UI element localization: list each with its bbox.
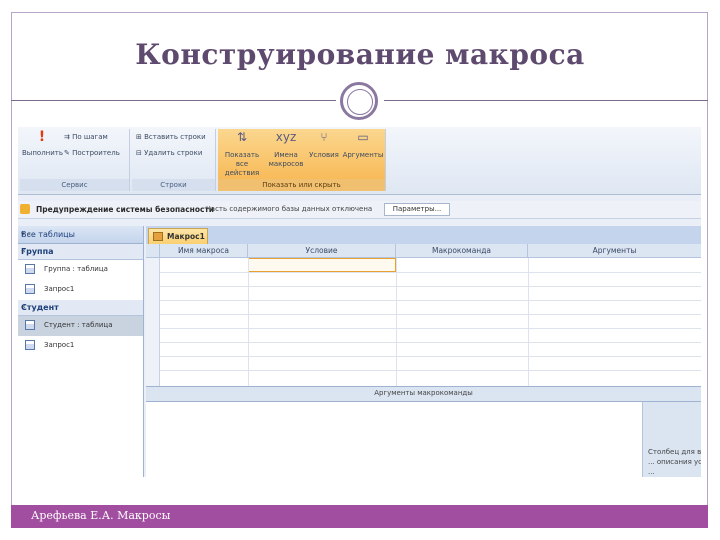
footer-text: Арефьева Е.А. Макросы [31, 509, 171, 522]
macro-names-button[interactable]: xyz Имена макросов [266, 130, 306, 169]
action-arguments-pane: Аргументы макрокоманды Столбец для в ...… [146, 386, 701, 477]
grid-line [160, 370, 701, 371]
active-cell[interactable] [248, 258, 396, 272]
nav-pane-header[interactable]: Все таблицы ▾ « [18, 226, 143, 244]
arguments-editor[interactable] [146, 402, 643, 477]
grid-line [528, 258, 529, 386]
run-icon: ! [38, 129, 46, 145]
ribbon-group-label: Строки [132, 179, 215, 191]
ring-ornament-icon [340, 82, 378, 120]
grid-line [396, 258, 397, 386]
table-icon [25, 264, 35, 274]
column-header-condition[interactable]: Условие [248, 244, 396, 258]
nav-group-header[interactable]: Группа « [18, 244, 143, 260]
ribbon-group-label: Сервис [20, 179, 129, 191]
nav-item-group-query[interactable]: Запрос1 [18, 280, 143, 300]
macro-grid: Имя макроса Условие Макрокоманда Аргумен… [146, 244, 701, 386]
grid-line [160, 286, 701, 287]
macro-names-icon: xyz [275, 130, 297, 144]
grid-line [160, 300, 701, 301]
step-icon: ⇉ [64, 133, 73, 141]
action-arguments-header: Аргументы макрокоманды [374, 389, 473, 397]
nav-item-group-table[interactable]: Группа : таблица [18, 260, 143, 280]
grid-corner [146, 244, 160, 258]
security-warning-text: Часть содержимого базы данных отключена [206, 205, 373, 213]
collapse-icon[interactable]: « [21, 302, 135, 311]
grid-line [160, 328, 701, 329]
ribbon-group-service: ! Выполнить ⇉ По шагам ✎ Построитель Сер… [20, 129, 130, 191]
help-hint-text: Столбец для в ... описания усл ... [648, 448, 701, 476]
builder-icon: ✎ [64, 149, 73, 157]
grid-line [160, 272, 701, 273]
warning-icon [20, 204, 30, 214]
nav-item-student-table[interactable]: Студент : таблица [18, 316, 143, 336]
security-warning-bar: Предупреждение системы безопасности Част… [18, 201, 701, 219]
collapse-icon[interactable]: « [21, 246, 135, 255]
query-icon [25, 340, 35, 350]
column-header-action[interactable]: Макрокоманда [396, 244, 528, 258]
grid-line [160, 342, 701, 343]
security-warning-title: Предупреждение системы безопасности [36, 205, 215, 214]
slide-title: Конструирование макроса [135, 38, 585, 71]
macro-icon [153, 232, 163, 241]
builder-button[interactable]: ✎ Построитель [64, 149, 120, 157]
access-screenshot: ! Выполнить ⇉ По шагам ✎ Построитель Сер… [18, 127, 701, 477]
nav-item-student-query[interactable]: Запрос1 [18, 336, 143, 356]
title-rule-right [384, 100, 708, 101]
insert-rows-button[interactable]: ⊞ Вставить строки [136, 133, 206, 141]
conditions-icon: ⑂ [320, 130, 328, 144]
step-button[interactable]: ⇉ По шагам [64, 133, 108, 141]
grid-line [160, 314, 701, 315]
options-button[interactable]: Параметры... [384, 203, 450, 216]
ribbon-group-show-hide: ⇅ Показать все действия xyz Имена макрос… [218, 129, 386, 191]
slide-footer: Арефьева Е.А. Макросы [11, 505, 708, 528]
row-selectors[interactable] [146, 258, 160, 386]
macro-designer: Макрос1 Имя макроса Условие Макрокоманда… [146, 226, 701, 477]
arguments-icon: ▭ [357, 130, 369, 144]
nav-pane-controls-icon[interactable]: ▾ « [21, 230, 137, 238]
table-icon [25, 320, 35, 330]
ribbon: ! Выполнить ⇉ По шагам ✎ Построитель Сер… [18, 127, 701, 195]
run-button[interactable]: ! Выполнить [22, 129, 63, 158]
delete-rows-button[interactable]: ⊟ Удалить строки [136, 149, 202, 157]
nav-group-header[interactable]: Студент « [18, 300, 143, 316]
ribbon-group-rows: ⊞ Вставить строки ⊟ Удалить строки Строк… [132, 129, 216, 191]
ribbon-group-label: Показать или скрыть [218, 179, 385, 191]
show-all-icon: ⇅ [236, 130, 248, 144]
column-header-macro-name[interactable]: Имя макроса [160, 244, 248, 258]
conditions-button[interactable]: ⑂ Условия [306, 130, 342, 160]
insert-rows-icon: ⊞ [136, 133, 145, 141]
show-all-actions-button[interactable]: ⇅ Показать все действия [220, 130, 264, 178]
query-icon [25, 284, 35, 294]
column-header-arguments[interactable]: Аргументы [528, 244, 701, 258]
delete-rows-icon: ⊟ [136, 149, 145, 157]
tab-macro1[interactable]: Макрос1 [148, 228, 208, 244]
title-rule-left [11, 100, 336, 101]
navigation-pane: Все таблицы ▾ « Группа « Группа : таблиц… [18, 226, 144, 477]
grid-line [248, 258, 249, 386]
grid-line [160, 356, 701, 357]
document-tabs: Макрос1 [146, 226, 701, 244]
arguments-button[interactable]: ▭ Аргументы [342, 130, 384, 160]
